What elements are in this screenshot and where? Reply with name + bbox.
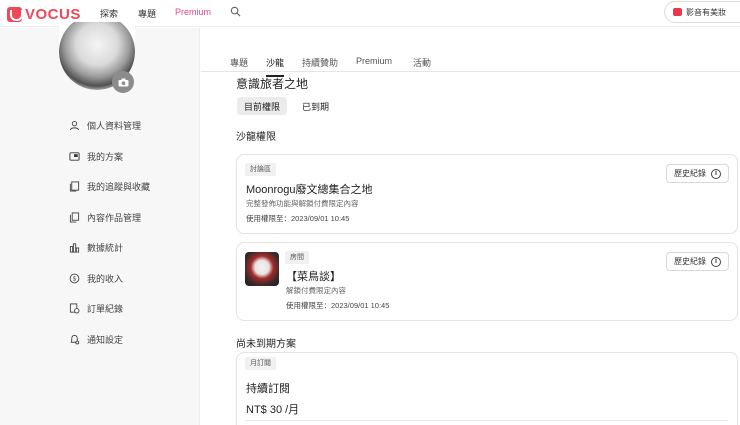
room-thumbnail	[245, 252, 279, 286]
filter-expired[interactable]: 已到期	[295, 97, 336, 115]
camera-icon	[118, 78, 128, 86]
card-access-date: 使用權限至：2023/09/01 10:45	[286, 301, 390, 310]
tab-sponsorship[interactable]: 持續贊助	[302, 56, 338, 69]
history-button[interactable]: 歷史紀錄 i	[666, 164, 729, 183]
salon-access-card: 討論區 Moonrogu廢文總集合之地 完整發佈功能與解鎖付費限定內容 使用權限…	[236, 154, 738, 234]
tab-salon[interactable]: 沙龍	[266, 56, 285, 77]
sidebar-item-statistics[interactable]: 數據統計	[69, 241, 123, 254]
main-content: 專題 沙龍 持續贊助 Premium 活動 意識旅者之地 目前權限 已到期 沙龍…	[201, 28, 740, 425]
card-title: Moonrogu廢文總集合之地	[246, 184, 373, 196]
sidebar-item-label: 訂單紀錄	[87, 304, 124, 314]
sidebar-item-orders[interactable]: 訂單紀錄	[69, 302, 123, 315]
nav-explore-link[interactable]: 探索	[100, 7, 118, 20]
megaphone-icon	[673, 8, 682, 16]
sidebar-item-label: 數據統計	[87, 243, 124, 253]
history-button-label: 歷史紀錄	[674, 169, 706, 178]
order-receipt-icon	[69, 303, 80, 314]
card-access-date: 使用權限至：2023/09/01 10:45	[246, 214, 350, 223]
sidebar-item-follow-collections[interactable]: 我的追蹤與收藏	[69, 180, 150, 193]
sidebar-item-notification-settings[interactable]: 通知設定	[69, 333, 123, 346]
sidebar-item-label: 我的追蹤與收藏	[87, 182, 151, 192]
user-icon	[69, 121, 80, 131]
salon-access-card: 房間 【菜鳥談】 解鎖付費限定內容 使用權限至：2023/09/01 10:45…	[236, 242, 738, 321]
info-icon: i	[711, 168, 721, 179]
sidebar-item-income[interactable]: $ 我的收入	[69, 272, 123, 285]
card-divider	[246, 420, 728, 421]
vocus-logo-icon	[7, 7, 23, 22]
sidebar-item-my-plan[interactable]: 我的方案	[69, 150, 123, 163]
promo-text: 影音有美妝	[686, 7, 726, 17]
plan-card-icon	[69, 152, 80, 161]
svg-text:$: $	[73, 276, 77, 283]
upcoming-plans-heading: 尚未到期方案	[236, 339, 296, 350]
sidebar-item-label: 個人資料管理	[87, 121, 142, 131]
tab-events[interactable]: 活動	[413, 56, 431, 69]
sidebar-item-content-management[interactable]: 內容作品管理	[69, 211, 141, 224]
subscription-tabs: 專題 沙龍 持續贊助 Premium 活動	[201, 48, 740, 77]
dollar-coin-icon: $	[69, 273, 80, 284]
sidebar-item-label: 我的收入	[87, 274, 124, 284]
bar-chart-icon	[69, 243, 80, 253]
account-sidebar: 個人資料管理 我的方案 我的追蹤與收藏 內容作品管理 數據統計 $ 我的收入 訂…	[0, 22, 200, 425]
vocus-logo[interactable]: VOCUS	[7, 6, 81, 23]
bell-settings-icon	[70, 334, 80, 345]
info-icon: i	[711, 256, 721, 267]
change-avatar-button[interactable]	[112, 71, 134, 93]
subscription-card: 月訂閱 持續訂閱 NT$ 30 /月	[236, 352, 738, 425]
card-description: 完整發佈功能與解鎖付費限定內容	[246, 199, 359, 208]
page-title: 意識旅者之地	[236, 77, 309, 91]
history-button-label: 歷史紀錄	[674, 257, 706, 266]
card-type-badge: 討論區	[245, 163, 276, 176]
logo-text: VOCUS	[25, 6, 81, 23]
nav-premium-link[interactable]: Premium	[175, 7, 211, 17]
subscription-title: 持續訂閱	[246, 383, 290, 395]
promo-banner-pill[interactable]: 影音有美妝	[664, 1, 740, 23]
sidebar-item-label: 通知設定	[87, 335, 124, 345]
card-title: 【菜鳥談】	[286, 271, 341, 283]
card-description: 解鎖付費限定內容	[286, 286, 346, 295]
search-icon[interactable]	[230, 6, 241, 17]
sidebar-item-profile[interactable]: 個人資料管理	[69, 119, 141, 132]
history-button[interactable]: 歷史紀錄 i	[666, 252, 729, 271]
filter-current-access[interactable]: 目前權限	[237, 97, 288, 115]
tab-premium[interactable]: Premium	[356, 56, 392, 66]
card-type-badge: 房間	[285, 251, 309, 264]
sidebar-item-label: 我的方案	[87, 152, 124, 162]
content-files-icon	[69, 212, 80, 223]
tab-topics[interactable]: 專題	[230, 56, 248, 69]
nav-topics-link[interactable]: 專題	[138, 7, 156, 20]
subscription-type-badge: 月訂閱	[245, 357, 276, 370]
bookmark-collection-icon	[69, 181, 80, 192]
subscription-price: NT$ 30 /月	[246, 404, 300, 416]
salon-access-heading: 沙龍權限	[236, 132, 276, 143]
sidebar-item-label: 內容作品管理	[87, 213, 142, 223]
